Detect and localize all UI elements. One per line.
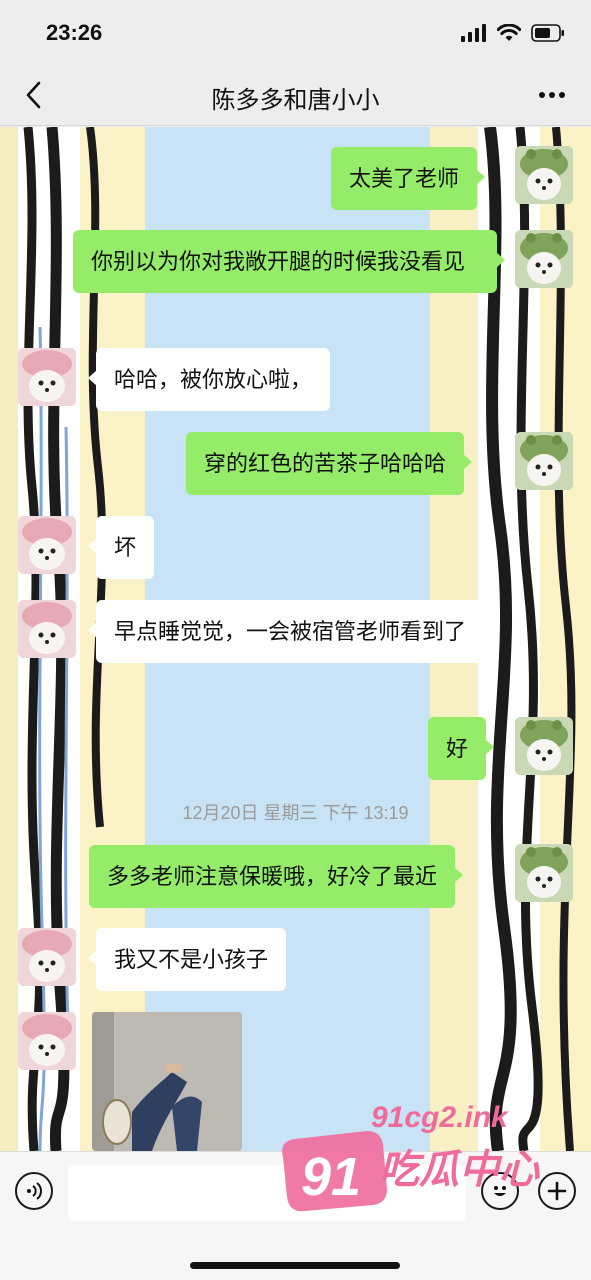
avatar-image-dog-pink-hat	[18, 600, 76, 658]
contact-avatar[interactable]	[18, 516, 76, 574]
plus-icon	[547, 1181, 567, 1201]
contact-avatar[interactable]	[18, 348, 76, 406]
message-timestamp: 12月20日 星期三 下午 13:19	[182, 803, 409, 823]
contact-avatar[interactable]	[18, 600, 76, 658]
status-time: 23:26	[46, 20, 103, 45]
voice-icon	[27, 1182, 42, 1200]
status-icons	[461, 24, 565, 42]
self-avatar[interactable]	[515, 146, 573, 204]
message-bubble-sent[interactable]: 你别以为你对我敞开腿的时候我没看见	[73, 230, 505, 293]
contact-avatar[interactable]	[18, 1012, 76, 1070]
avatar-image-dog-pink-hat	[18, 1012, 76, 1070]
self-avatar[interactable]	[515, 230, 573, 288]
status-bar: 23:26	[0, 0, 591, 64]
message-bubble-received[interactable]: 我又不是小孩子	[87, 928, 287, 991]
message-bubble-received[interactable]: 哈哈，被你放心啦，	[87, 348, 331, 411]
avatar-image-dog-pink-hat	[18, 516, 76, 574]
photo-content	[92, 1012, 242, 1151]
wifi-icon	[497, 24, 521, 41]
avatar-image-dog-pink-hat	[18, 348, 76, 406]
message-input[interactable]	[68, 1165, 466, 1221]
message-bubble-sent[interactable]: 穿的红色的苦茶子哈哈哈	[186, 432, 473, 495]
avatar-image-dog-frog-hat	[515, 432, 573, 490]
avatar-image-dog-frog-hat	[515, 844, 573, 902]
chat-header: 陈多多和唐小小	[0, 64, 591, 126]
more-icon	[539, 92, 565, 98]
avatar-image-dog-pink-hat	[18, 928, 76, 986]
battery-icon	[531, 24, 564, 42]
input-bar	[0, 1151, 591, 1280]
message-bubble-received[interactable]: 坏	[87, 516, 155, 579]
avatar-image-dog-frog-hat	[515, 146, 573, 204]
message-bubble-sent[interactable]: 好	[428, 717, 495, 780]
message-bubble-sent[interactable]: 多多老师注意保暖哦，好冷了最近	[89, 845, 464, 908]
home-indicator	[190, 1262, 400, 1269]
emoji-icon	[494, 1186, 506, 1196]
chat-area[interactable]: 太美了老师 你别以为你对我敞开腿的时候我没看见 哈哈，被你放心啦， 穿的红色的苦…	[0, 127, 591, 1151]
self-avatar[interactable]	[515, 717, 573, 775]
contact-avatar[interactable]	[18, 928, 76, 986]
signal-icon	[461, 24, 486, 42]
emoji-button[interactable]	[481, 1172, 519, 1210]
avatar-image-dog-frog-hat	[515, 717, 573, 775]
avatar-image-dog-frog-hat	[515, 230, 573, 288]
self-avatar[interactable]	[515, 844, 573, 902]
plus-button[interactable]	[538, 1172, 576, 1210]
voice-button[interactable]	[15, 1172, 53, 1210]
message-bubble-received[interactable]: 早点睡觉觉，一会被宿管老师看到了	[88, 600, 490, 663]
message-bubble-sent[interactable]: 太美了老师	[331, 147, 486, 210]
more-button[interactable]	[535, 82, 569, 108]
self-avatar[interactable]	[515, 432, 573, 490]
chat-title: 陈多多和唐小小	[211, 87, 380, 114]
message-image[interactable]	[92, 1012, 242, 1151]
